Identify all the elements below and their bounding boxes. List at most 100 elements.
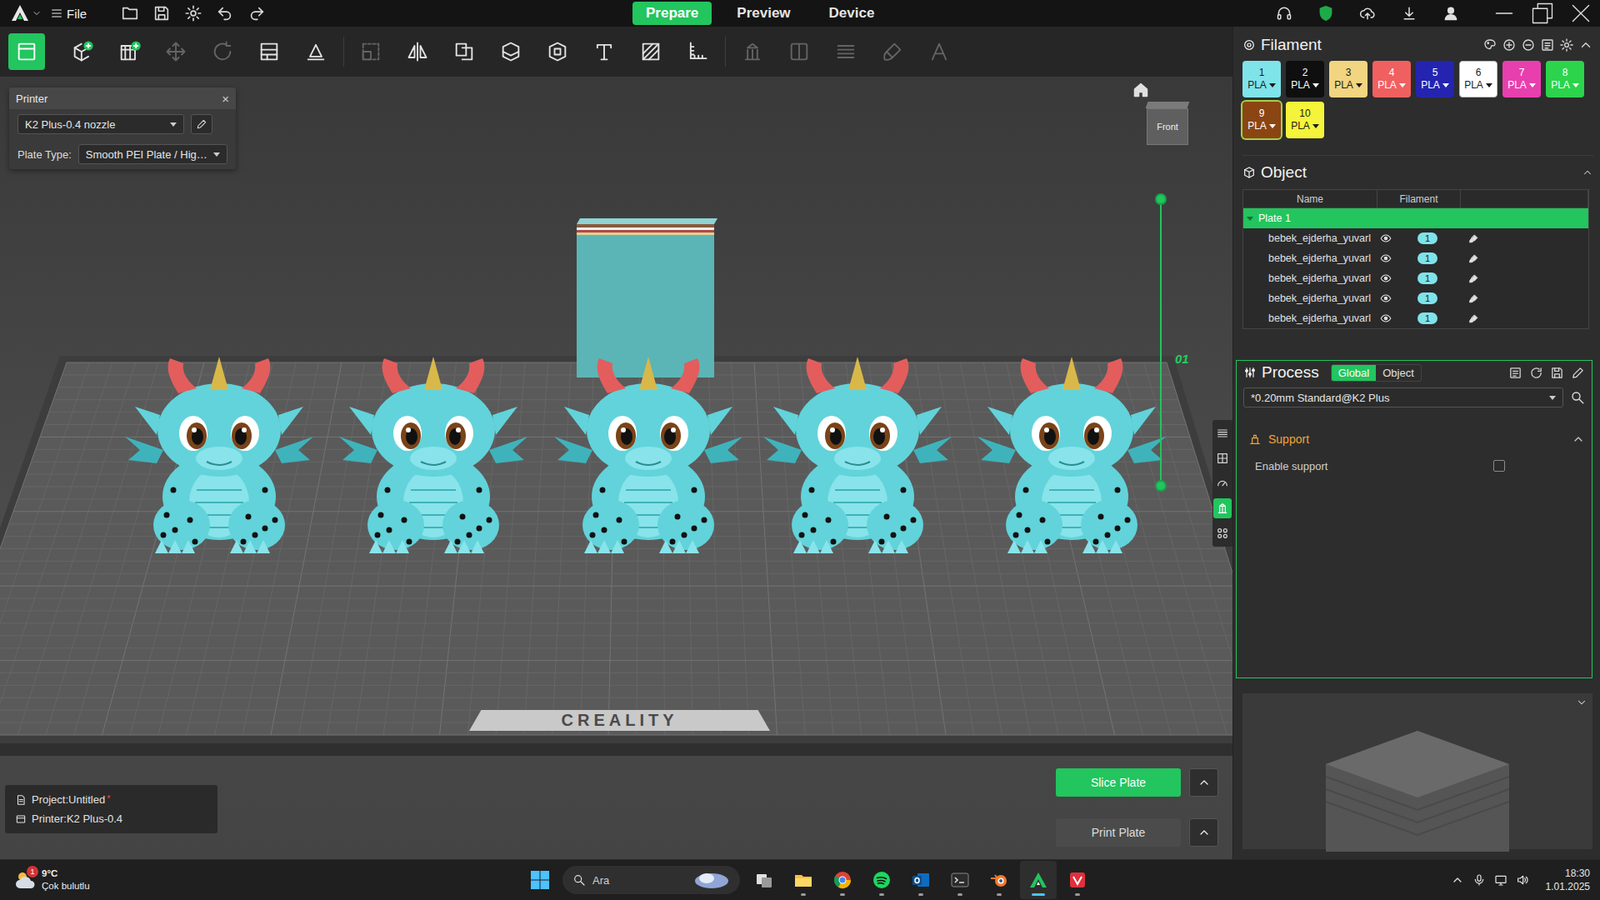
save-preset-icon[interactable]	[1550, 365, 1565, 380]
object-row[interactable]: bebek_ejderha_yuvarl1	[1243, 268, 1589, 289]
filament-slot[interactable]: 7PLA	[1502, 60, 1541, 98]
add-filament-icon[interactable]	[1501, 37, 1517, 53]
home-view-icon[interactable]	[1132, 81, 1150, 99]
taskbar-app[interactable]	[824, 860, 861, 900]
weather-widget[interactable]: 19°CÇok bulutlu	[0, 867, 524, 893]
remove-filament-icon[interactable]	[1520, 37, 1536, 53]
printer-select[interactable]: K2 Plus-0.4 nozzle	[17, 114, 185, 135]
cloud-upload-icon[interactable]	[1359, 5, 1376, 22]
action-menu-button[interactable]	[1189, 818, 1219, 847]
action-menu-button[interactable]	[1189, 768, 1219, 797]
eye-icon[interactable]	[1380, 312, 1392, 325]
slice-plate-button[interactable]: Slice Plate	[1055, 768, 1181, 797]
edit-preset-icon[interactable]	[1570, 365, 1585, 380]
filament-badge[interactable]: 1	[1417, 312, 1438, 325]
sync-icon[interactable]	[1529, 365, 1544, 380]
filament-slot[interactable]: 6PLA	[1459, 60, 1498, 98]
clock[interactable]: 18:301.01.2025	[1545, 866, 1590, 894]
process-mode[interactable]: Object	[1375, 365, 1421, 381]
filament-slot[interactable]: 9PLA	[1242, 101, 1281, 139]
object-row[interactable]: bebek_ejderha_yuvarl1	[1243, 228, 1589, 249]
eye-icon[interactable]	[1380, 252, 1392, 265]
dragon-model[interactable]	[975, 356, 1168, 557]
taskbar-app[interactable]	[1020, 860, 1057, 900]
filament-badge[interactable]: 1	[1417, 252, 1438, 265]
speaker-icon[interactable]	[1515, 873, 1530, 887]
headset-icon[interactable]	[1275, 5, 1293, 22]
save-icon[interactable]	[152, 4, 171, 23]
taskbar-app[interactable]	[902, 860, 940, 900]
paint-brush-icon[interactable]	[1468, 233, 1480, 245]
dragon-model[interactable]	[123, 356, 315, 557]
filament-slot[interactable]: 4PLA	[1372, 60, 1411, 98]
toolbar-button[interactable]	[534, 33, 581, 70]
taskbar-app[interactable]	[745, 860, 783, 900]
palette-icon[interactable]	[1482, 37, 1498, 53]
dragon-model[interactable]	[761, 356, 954, 557]
taskbar-app[interactable]	[1059, 860, 1096, 900]
chevron-down-icon[interactable]	[31, 8, 42, 19]
view-tool-button[interactable]	[1213, 498, 1232, 519]
toolbar-button[interactable]	[245, 33, 293, 70]
file-menu-label[interactable]: File	[66, 6, 87, 21]
toolbar-button[interactable]	[487, 33, 535, 70]
paint-brush-icon[interactable]	[1468, 313, 1480, 325]
mode-tab[interactable]: Preview	[723, 1, 804, 25]
option-checkbox[interactable]	[1493, 460, 1505, 472]
toolbar-button[interactable]	[627, 33, 675, 70]
dragon-model[interactable]	[552, 356, 745, 557]
mode-tab[interactable]: Prepare	[632, 1, 712, 25]
toolbar-button[interactable]	[59, 33, 106, 70]
download-icon[interactable]	[1400, 5, 1418, 22]
taskbar-app[interactable]	[863, 860, 900, 900]
paint-brush-icon[interactable]	[1468, 273, 1480, 285]
filament-slot[interactable]: 1PLA	[1242, 60, 1281, 98]
creality-logo-icon[interactable]	[10, 3, 30, 24]
3d-viewport[interactable]: CREALITYPrinter×K2 Plus-0.4 nozzlePlate …	[0, 76, 1233, 860]
redo-icon[interactable]	[247, 4, 266, 23]
plate-type-select[interactable]: Smooth PEI Plate / Hig…	[78, 144, 228, 165]
view-tool-button[interactable]	[1213, 423, 1232, 444]
network-monitor-icon[interactable]	[1494, 873, 1508, 887]
paint-brush-icon[interactable]	[1468, 293, 1480, 305]
chevron-up-icon[interactable]	[1450, 873, 1465, 887]
paint-brush-icon[interactable]	[1468, 253, 1480, 265]
layer-slider[interactable]	[1155, 193, 1167, 492]
layer-slider-upper-handle[interactable]	[1155, 193, 1167, 205]
toolbar-button[interactable]	[8, 33, 45, 70]
object-row[interactable]: bebek_ejderha_yuvarl1	[1243, 248, 1589, 269]
open-folder-icon[interactable]	[120, 4, 140, 23]
shield-icon[interactable]	[1317, 5, 1335, 22]
eye-icon[interactable]	[1380, 272, 1392, 285]
eye-icon[interactable]	[1380, 232, 1392, 245]
support-section[interactable]: Support	[1243, 427, 1585, 451]
toolbar-button[interactable]	[105, 33, 153, 70]
preset-list-icon[interactable]	[1508, 365, 1523, 380]
plate-row[interactable]: Plate 1	[1243, 208, 1589, 229]
object-row[interactable]: bebek_ejderha_yuvarl1	[1243, 288, 1589, 309]
filament-badge[interactable]: 1	[1417, 232, 1438, 245]
filament-settings-icon[interactable]	[1559, 37, 1575, 53]
filament-slot[interactable]: 10PLA	[1285, 101, 1325, 139]
view-cube[interactable]: Front	[1146, 101, 1189, 145]
settings-gear-icon[interactable]	[184, 4, 203, 23]
filament-slot[interactable]: 8PLA	[1545, 60, 1585, 98]
taskbar-app[interactable]	[941, 860, 979, 900]
toolbar-button[interactable]	[292, 33, 340, 70]
toolbar-button[interactable]	[440, 33, 488, 70]
collapse-icon[interactable]	[1578, 37, 1594, 53]
taskbar-app[interactable]	[980, 860, 1018, 900]
process-mode[interactable]: Global	[1331, 365, 1377, 381]
process-preset-select[interactable]: *0.20mm Standard@K2 Plus	[1243, 387, 1564, 408]
view-cube-front[interactable]: Front	[1146, 108, 1189, 145]
toolbar-button[interactable]	[580, 33, 628, 70]
undo-icon[interactable]	[215, 4, 235, 23]
layer-slider-lower-handle[interactable]	[1155, 480, 1167, 492]
filament-slot[interactable]: 2PLA	[1285, 60, 1325, 98]
windows-start-icon[interactable]	[523, 863, 557, 897]
microphone-icon[interactable]	[1472, 873, 1486, 887]
view-tool-button[interactable]	[1213, 448, 1232, 469]
search-icon[interactable]	[1570, 390, 1585, 405]
eye-icon[interactable]	[1380, 292, 1392, 305]
printer-panel-close[interactable]: ×	[221, 91, 230, 106]
